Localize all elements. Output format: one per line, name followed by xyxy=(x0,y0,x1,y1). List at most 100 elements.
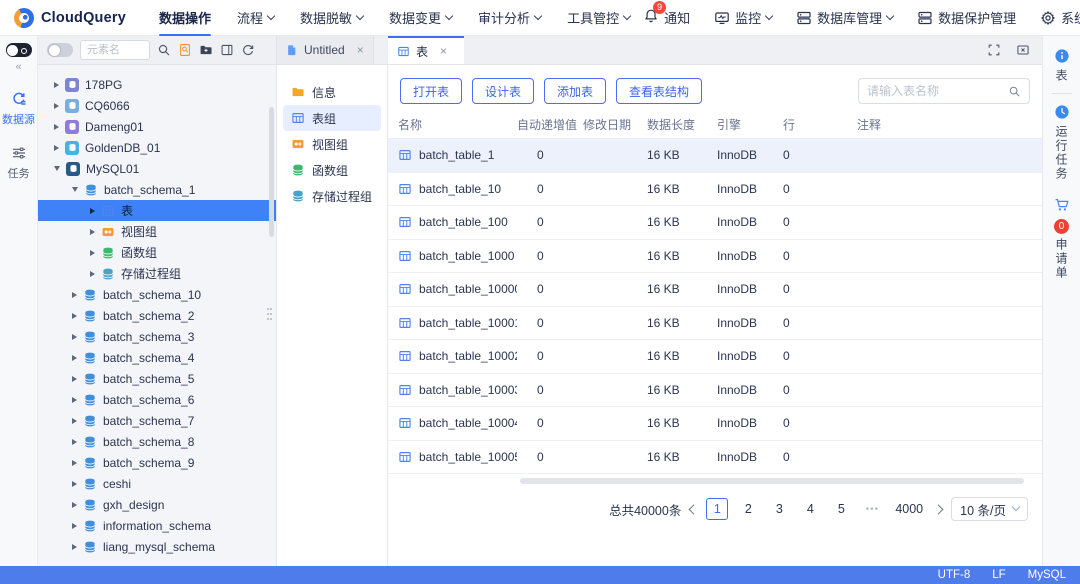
view-table-structure-button[interactable]: 查看表结构 xyxy=(616,78,702,104)
add-folder-icon[interactable] xyxy=(199,43,213,57)
caret-right-icon[interactable] xyxy=(72,292,77,298)
page-button[interactable]: 4000 xyxy=(892,498,926,520)
table-row[interactable]: batch_table_10005 016 KBInnoDB0 xyxy=(388,441,1042,475)
table-search-input[interactable] xyxy=(867,84,1002,98)
db-type-status[interactable]: MySQL xyxy=(1028,569,1066,581)
line-ending-status[interactable]: LF xyxy=(992,569,1005,581)
search-icon[interactable] xyxy=(1008,85,1021,98)
rail-item-datasource[interactable]: 数据源 xyxy=(2,91,35,127)
tree-item[interactable]: liang_mysql_schema xyxy=(38,536,276,557)
object-item-info[interactable]: 信息 xyxy=(283,79,381,105)
tree-item[interactable]: batch_schema_4 xyxy=(38,347,276,368)
tree-item-selected[interactable]: 表 xyxy=(38,200,276,221)
nav-item-tool-control[interactable]: 工具管控 xyxy=(567,0,630,36)
tree-item[interactable]: batch_schema_1 xyxy=(38,179,276,200)
fullscreen-icon[interactable] xyxy=(987,43,1001,57)
table-row[interactable]: batch_table_10000 016 KBInnoDB0 xyxy=(388,273,1042,307)
caret-right-icon[interactable] xyxy=(72,313,77,319)
tree-item[interactable]: GoldenDB_01 xyxy=(38,137,276,158)
refresh-icon[interactable] xyxy=(241,43,255,57)
caret-right-icon[interactable] xyxy=(72,502,77,508)
element-name-input[interactable] xyxy=(80,40,150,60)
table-row[interactable]: batch_table_10003 016 KBInnoDB0 xyxy=(388,374,1042,408)
tree-item[interactable]: gxh_design xyxy=(38,494,276,515)
tree-item[interactable]: Dameng01 xyxy=(38,116,276,137)
rail-item-requests[interactable]: 0 申请单 xyxy=(1053,197,1070,280)
page-button-current[interactable]: 1 xyxy=(706,498,728,520)
caret-right-icon[interactable] xyxy=(90,250,95,256)
tree-item[interactable]: 视图组 xyxy=(38,221,276,242)
add-table-button[interactable]: 添加表 xyxy=(544,78,606,104)
panel-layout-icon[interactable] xyxy=(220,43,234,57)
table-row[interactable]: batch_table_10 016 KBInnoDB0 xyxy=(388,173,1042,207)
filter-toggle[interactable] xyxy=(47,43,73,57)
caret-right-icon[interactable] xyxy=(72,523,77,529)
tree-item[interactable]: ceshi xyxy=(38,473,276,494)
caret-right-icon[interactable] xyxy=(72,397,77,403)
table-row[interactable]: batch_table_10001 016 KBInnoDB0 xyxy=(388,307,1042,341)
caret-right-icon[interactable] xyxy=(90,229,95,235)
tree-item[interactable]: batch_schema_7 xyxy=(38,410,276,431)
next-page-icon[interactable] xyxy=(934,504,944,514)
db-management-menu[interactable]: 数据库管理 xyxy=(796,8,893,27)
tree-item[interactable]: batch_schema_10 xyxy=(38,284,276,305)
collapse-sidebar-button[interactable]: « xyxy=(15,61,21,73)
tree-item[interactable]: batch_schema_2 xyxy=(38,305,276,326)
tree-item[interactable]: batch_schema_3 xyxy=(38,326,276,347)
open-table-button[interactable]: 打开表 xyxy=(400,78,462,104)
prev-page-icon[interactable] xyxy=(689,504,699,514)
caret-right-icon[interactable] xyxy=(72,481,77,487)
page-button[interactable]: 2 xyxy=(737,498,759,520)
nav-item-data-operation[interactable]: 数据操作 xyxy=(159,0,211,36)
page-size-select[interactable]: 10 条/页 xyxy=(951,497,1028,521)
nav-item-data-masking[interactable]: 数据脱敏 xyxy=(300,0,363,36)
tree-item[interactable]: 178PG xyxy=(38,74,276,95)
horizontal-scrollbar[interactable] xyxy=(520,478,1024,484)
notification-button[interactable]: 9 通知 xyxy=(643,8,690,27)
tree-item[interactable]: CQ6066 xyxy=(38,95,276,116)
caret-right-icon[interactable] xyxy=(72,334,77,340)
panel-resize-handle[interactable] xyxy=(267,308,274,323)
caret-down-icon[interactable] xyxy=(54,166,60,171)
system-management-menu[interactable]: 系统管理 xyxy=(1040,8,1080,27)
design-table-button[interactable]: 设计表 xyxy=(472,78,534,104)
caret-right-icon[interactable] xyxy=(72,376,77,382)
table-row[interactable]: batch_table_10002 016 KBInnoDB0 xyxy=(388,340,1042,374)
caret-right-icon[interactable] xyxy=(72,460,77,466)
rail-item-tasks[interactable]: 任务 xyxy=(8,145,30,181)
tree-item[interactable]: batch_schema_5 xyxy=(38,368,276,389)
caret-right-icon[interactable] xyxy=(72,355,77,361)
caret-right-icon[interactable] xyxy=(72,544,77,550)
theme-toggle[interactable] xyxy=(6,43,32,57)
rail-item-running-tasks[interactable]: 运行任务 xyxy=(1053,104,1070,181)
page-button[interactable]: 5 xyxy=(830,498,852,520)
caret-right-icon[interactable] xyxy=(54,124,59,130)
encoding-status[interactable]: UTF-8 xyxy=(938,569,971,581)
table-row[interactable]: batch_table_100 016 KBInnoDB0 xyxy=(388,206,1042,240)
nav-item-audit-analysis[interactable]: 审计分析 xyxy=(478,0,541,36)
caret-right-icon[interactable] xyxy=(90,271,95,277)
page-button[interactable]: 4 xyxy=(799,498,821,520)
object-item-procedures[interactable]: 存储过程组 xyxy=(283,183,381,209)
tree-item[interactable]: batch_schema_9 xyxy=(38,452,276,473)
tree-item[interactable]: batch_schema_8 xyxy=(38,431,276,452)
doc-search-icon[interactable] xyxy=(178,43,192,57)
data-protection-menu[interactable]: 数据保护管理 xyxy=(917,8,1016,27)
search-icon[interactable] xyxy=(157,43,171,57)
nav-item-data-change[interactable]: 数据变更 xyxy=(389,0,452,36)
monitor-menu[interactable]: 监控 xyxy=(714,8,772,27)
caret-right-icon[interactable] xyxy=(54,82,59,88)
caret-down-icon[interactable] xyxy=(72,187,78,192)
close-tab-icon[interactable]: × xyxy=(357,43,364,57)
tree-item[interactable]: information_schema xyxy=(38,515,276,536)
tree-scrollbar[interactable] xyxy=(269,107,274,237)
close-tab-icon[interactable]: × xyxy=(440,44,447,58)
more-pages-icon[interactable]: ••• xyxy=(861,498,883,520)
table-row[interactable]: batch_table_1000 016 KBInnoDB0 xyxy=(388,240,1042,274)
object-item-views[interactable]: 视图组 xyxy=(283,131,381,157)
tab-untitled[interactable]: Untitled × xyxy=(277,36,374,64)
tab-table[interactable]: 表 × xyxy=(388,36,464,64)
tree-item[interactable]: batch_schema_6 xyxy=(38,389,276,410)
page-button[interactable]: 3 xyxy=(768,498,790,520)
caret-right-icon[interactable] xyxy=(54,103,59,109)
